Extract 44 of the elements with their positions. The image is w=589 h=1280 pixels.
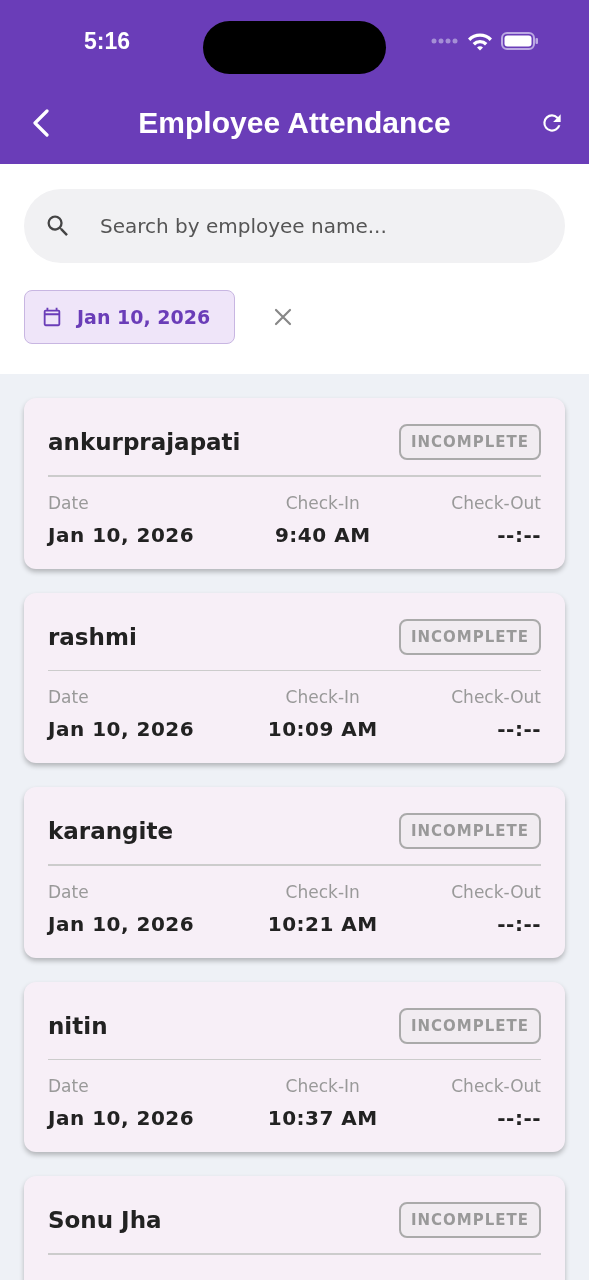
field-label: Check-Out: [451, 687, 541, 707]
field-value: --:--: [497, 1106, 541, 1130]
field-value: Jan 10, 2026: [48, 1106, 195, 1130]
screen-title: Employee Attendance: [138, 106, 451, 140]
field-label: Check-Out: [451, 1076, 541, 1096]
date-chip[interactable]: Jan 10, 2026: [24, 290, 236, 344]
status-badge: INCOMPLETE: [398, 618, 541, 655]
field-value: 10:09 AM: [267, 717, 378, 741]
status-badge: INCOMPLETE: [398, 813, 541, 849]
back-icon[interactable]: [32, 109, 50, 137]
search-field[interactable]: Search by employee name...: [24, 189, 565, 263]
field-value: Jan 10, 2026: [48, 717, 195, 741]
field-value: Jan 10, 2026: [48, 911, 195, 936]
status-time: 5:16: [84, 27, 131, 55]
field-value: 9:40 AM: [274, 522, 371, 547]
status-badge: INCOMPLETE: [398, 1202, 541, 1238]
status-badge: INCOMPLETE: [398, 1007, 541, 1044]
field-value: --:--: [497, 911, 541, 936]
field-label: Check-In: [285, 687, 360, 707]
field-label: Check-In: [285, 1076, 360, 1096]
field-label: Check-Out: [451, 492, 541, 513]
field-label: Date: [48, 881, 89, 902]
field-value: 10:21 AM: [267, 911, 378, 936]
employee-name: rashmi: [48, 623, 137, 650]
employee-name: ankurprajapati: [48, 429, 241, 455]
calendar-icon: [41, 306, 63, 328]
field-value: --:--: [497, 522, 541, 547]
employee-name: karangite: [48, 818, 173, 844]
wifi-icon: [467, 31, 493, 51]
field-label: Check-In: [285, 492, 360, 513]
field-value: Jan 10, 2026: [48, 522, 195, 547]
signal-icon: [431, 38, 459, 44]
field-label: Date: [48, 687, 89, 707]
clear-icon[interactable]: [273, 307, 294, 327]
field-label: Check-Out: [451, 881, 541, 902]
field-value: 10:37 AM: [267, 1106, 378, 1130]
employee-name: Sonu Jha: [48, 1207, 162, 1233]
employee-name: nitin: [48, 1012, 108, 1039]
battery-icon: [501, 32, 539, 50]
field-label: Date: [48, 1076, 89, 1096]
field-value: --:--: [497, 717, 541, 741]
field-label: Date: [48, 492, 89, 513]
field-label: Check-In: [285, 881, 360, 902]
status-badge: INCOMPLETE: [398, 424, 541, 460]
